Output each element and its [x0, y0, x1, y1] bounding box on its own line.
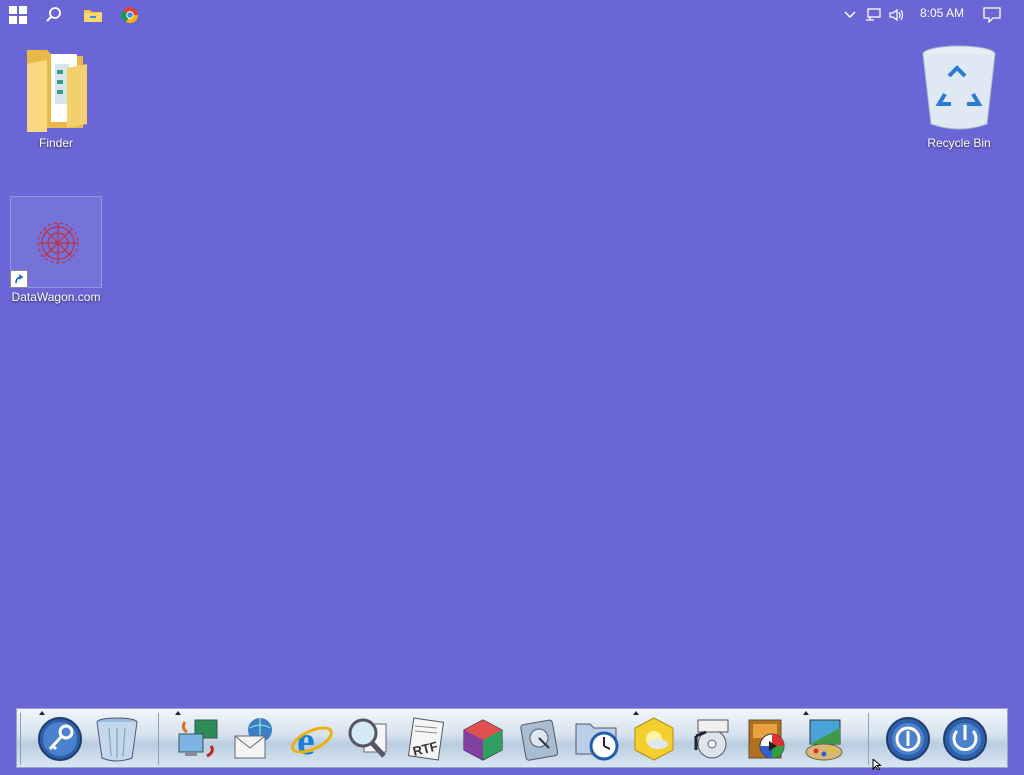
paint-icon[interactable]	[800, 713, 850, 765]
datawagon-desktop-icon[interactable]: DataWagon.com	[9, 196, 103, 304]
network-icon[interactable]	[864, 3, 882, 27]
recycle-bin-label: Recycle Bin	[927, 136, 991, 150]
magnifier-icon[interactable]	[344, 713, 394, 765]
dock: e RTF	[16, 708, 1008, 768]
finder-label: Finder	[38, 136, 73, 150]
trash-can-icon[interactable]	[92, 713, 142, 765]
chevron-up-icon[interactable]	[842, 3, 858, 27]
dock-divider	[868, 713, 869, 765]
svg-text:e: e	[297, 718, 315, 762]
cube-app-icon[interactable]	[458, 713, 508, 765]
recycle-bin-icon	[912, 42, 1006, 134]
windows-logo-icon[interactable]	[6, 3, 30, 27]
power-off-icon[interactable]	[883, 713, 933, 765]
finder-desktop-icon[interactable]: Finder	[9, 42, 103, 150]
rtf-document-icon[interactable]: RTF	[401, 713, 451, 765]
recycle-bin-desktop-icon[interactable]: Recycle Bin	[912, 42, 1006, 150]
folder-icon	[9, 42, 103, 134]
power-icon[interactable]	[940, 713, 990, 765]
dock-divider	[20, 713, 21, 765]
volume-icon[interactable]	[888, 3, 906, 27]
folder-clock-icon[interactable]	[572, 713, 622, 765]
key-icon[interactable]	[35, 713, 85, 765]
dock-divider	[158, 713, 159, 765]
file-explorer-icon[interactable]	[81, 3, 105, 27]
search-icon[interactable]	[42, 3, 66, 27]
datawagon-icon-frame	[10, 196, 102, 288]
weather-icon[interactable]	[629, 713, 679, 765]
taskbar: 8:05 AM	[0, 0, 1024, 30]
music-media-icon[interactable]	[686, 713, 736, 765]
chrome-icon[interactable]	[118, 3, 142, 27]
clock[interactable]: 8:05 AM	[912, 6, 972, 20]
network-computers-icon[interactable]	[173, 713, 223, 765]
shortcut-arrow-icon	[10, 270, 28, 288]
notification-icon[interactable]	[982, 3, 1002, 27]
internet-explorer-icon[interactable]: e	[287, 713, 337, 765]
mouse-cursor-icon	[872, 757, 882, 775]
mail-globe-icon[interactable]	[230, 713, 280, 765]
datawagon-label: DataWagon.com	[11, 290, 101, 304]
hard-drive-icon[interactable]	[515, 713, 565, 765]
video-player-icon[interactable]	[743, 713, 793, 765]
